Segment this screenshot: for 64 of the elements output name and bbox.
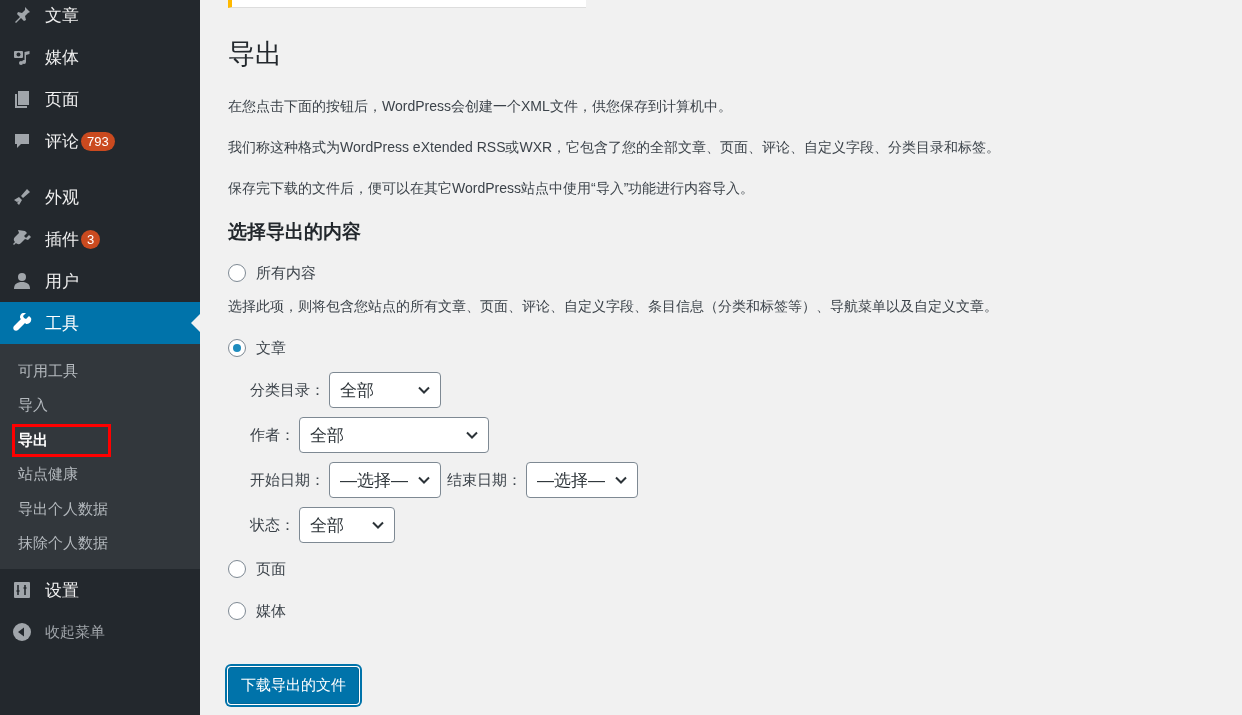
filter-label: 分类目录： — [250, 380, 325, 400]
sidebar-item-label: 工具 — [45, 312, 79, 335]
sidebar-item[interactable]: 插件 3 — [0, 218, 200, 260]
radio-label: 文章 — [256, 338, 286, 358]
radio-button[interactable] — [228, 264, 246, 282]
sidebar-item-label: 评论 — [45, 130, 79, 153]
sidebar-item-label: 外观 — [45, 186, 79, 209]
submenu-item[interactable]: 抹除个人数据 — [12, 527, 114, 561]
sidebar-item[interactable]: 用户 — [0, 260, 200, 302]
chevron-down-icon — [466, 431, 478, 439]
filter-label: 开始日期： — [250, 470, 325, 490]
dropdown-select[interactable]: —选择— — [329, 462, 441, 498]
page-title: 导出 — [228, 38, 283, 71]
sidebar-item[interactable]: 媒体 — [0, 36, 200, 78]
chevron-down-icon — [615, 476, 627, 484]
sidebar-item[interactable]: 设置 — [0, 569, 200, 611]
sidebar-item[interactable]: 外观 — [0, 176, 200, 218]
sidebar-item-label: 用户 — [45, 270, 79, 293]
dropdown-select[interactable]: 全部 — [329, 372, 441, 408]
sidebar-item-label: 插件 — [45, 228, 79, 251]
filter-label: 结束日期： — [447, 470, 522, 490]
section-title: 选择导出的内容 — [228, 220, 362, 244]
sidebar-item[interactable]: 工具 — [0, 302, 200, 344]
sidebar-item[interactable]: 页面 — [0, 78, 200, 120]
radio-label: 页面 — [256, 559, 286, 579]
description-text: 我们称这种格式为WordPress eXtended RSS或WXR，它包含了您的全部文章、页面、评论、自定义字段、分类目录和标签。 — [228, 138, 1002, 157]
dropdown-select[interactable]: 全部 — [299, 507, 395, 543]
description-text: 在您点击下面的按钮后，WordPress会创建一个XML文件，供您保存到计算机中。 — [228, 97, 733, 116]
sidebar-item-label: 媒体 — [45, 46, 79, 69]
radio-button[interactable] — [228, 602, 246, 620]
speech-bubble-icon — [12, 131, 32, 151]
sidebar-item-label: 文章 — [45, 4, 79, 27]
submenu-item[interactable]: 导出 — [12, 423, 111, 457]
wrench-icon — [12, 313, 32, 333]
filter-label: 状态： — [250, 515, 295, 535]
sliders-icon — [12, 580, 32, 600]
radio-label: 媒体 — [256, 601, 286, 621]
radio-button[interactable] — [228, 560, 246, 578]
sidebar-item[interactable]: 文章 — [0, 0, 200, 36]
count-badge: 3 — [81, 229, 101, 249]
chevron-down-icon — [372, 521, 384, 529]
chevron-down-icon — [418, 386, 430, 394]
paintbrush-icon — [12, 187, 32, 207]
count-badge: 793 — [81, 131, 115, 151]
sidebar-item[interactable]: 评论 793 — [0, 120, 200, 162]
pages-icon — [12, 89, 32, 109]
option-description: 选择此项，则将包含您站点的所有文章、页面、评论、自定义字段、条目信息（分类和标签等）、导航菜单以及自定义文章。 — [228, 298, 999, 316]
dropdown-select[interactable]: —选择— — [526, 462, 638, 498]
person-icon — [12, 271, 32, 291]
download-export-button[interactable]: 下载导出的文件 — [228, 667, 359, 704]
chevron-down-icon — [418, 476, 430, 484]
submenu-item[interactable]: 可用工具 — [12, 354, 84, 388]
dropdown-select[interactable]: 全部 — [299, 417, 489, 453]
submenu-item[interactable]: 导入 — [12, 389, 54, 423]
description-text: 保存完下载的文件后，便可以在其它WordPress站点中使用“导入”功能进行内容导入。 — [228, 179, 756, 198]
radio-button[interactable] — [228, 339, 246, 357]
submenu-item[interactable]: 导出个人数据 — [12, 492, 114, 526]
sidebar-item-label: 设置 — [45, 579, 79, 602]
filter-label: 作者： — [250, 425, 295, 445]
collapse-menu-button[interactable]: 收起菜单 — [0, 611, 200, 653]
submenu-item[interactable]: 站点健康 — [12, 458, 84, 492]
sidebar-item-label: 页面 — [45, 88, 79, 111]
radio-label: 所有内容 — [256, 263, 316, 283]
current-arrow-icon — [191, 314, 200, 332]
